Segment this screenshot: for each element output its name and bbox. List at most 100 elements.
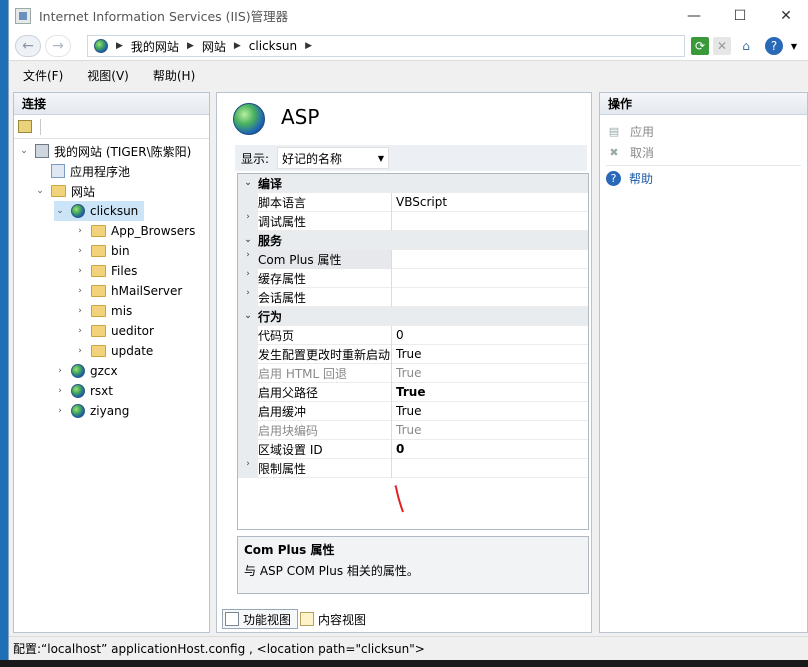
refresh-icon[interactable]: ⟳: [691, 37, 709, 55]
help-action[interactable]: ? 帮助: [600, 168, 807, 189]
chevron-right-icon: ▶: [116, 41, 123, 51]
expand-icon[interactable]: ›: [238, 211, 258, 231]
folder-icon: [91, 285, 106, 297]
tree-item-hmailserver[interactable]: › hMailServer: [74, 281, 182, 301]
breadcrumb[interactable]: ▶ 我的网站 ▶ 网站 ▶ clicksun ▶: [87, 35, 685, 57]
menu-bar: 文件(F) 视图(V) 帮助(H): [9, 62, 808, 89]
actions-header: 操作: [600, 93, 807, 115]
folder-icon: [91, 225, 106, 237]
property-row[interactable]: 启用父路径 True: [238, 382, 588, 402]
property-row[interactable]: › Com Plus 属性: [238, 249, 588, 269]
expand-icon[interactable]: ›: [74, 346, 86, 356]
globe-icon: [71, 364, 85, 378]
expand-icon[interactable]: ›: [238, 268, 258, 288]
features-view-icon: [225, 612, 239, 626]
collapse-icon[interactable]: ⌄: [18, 146, 30, 156]
property-row[interactable]: 区域设置 ID 0: [238, 439, 588, 459]
category-row[interactable]: ⌄ 行为: [238, 307, 588, 326]
page-title: ASP: [281, 105, 320, 129]
cancel-icon: ✖: [609, 146, 619, 159]
tree-item-bin[interactable]: › bin: [74, 241, 129, 261]
category-row[interactable]: ⌄ 服务: [238, 231, 588, 250]
property-row[interactable]: 代码页 0: [238, 325, 588, 345]
expand-icon[interactable]: ›: [238, 287, 258, 307]
folder-icon: [91, 305, 106, 317]
property-row[interactable]: › 会话属性: [238, 287, 588, 307]
title-bar: Internet Information Services (IIS)管理器 —…: [9, 0, 808, 31]
tree-item-gzcx[interactable]: › gzcx: [54, 361, 118, 381]
expand-icon[interactable]: ›: [74, 226, 86, 236]
expand-icon[interactable]: ›: [74, 326, 86, 336]
expand-icon[interactable]: ›: [74, 286, 86, 296]
folder-icon: [91, 325, 106, 337]
close-button[interactable]: ✕: [763, 0, 808, 31]
view-tabs: 功能视图 内容视图: [222, 609, 372, 631]
back-button[interactable]: ←: [15, 35, 41, 57]
asp-globe-icon: [233, 103, 265, 135]
globe-icon: [71, 404, 85, 418]
crumb-my-sites[interactable]: 我的网站: [131, 38, 179, 55]
menu-help[interactable]: 帮助(H): [139, 67, 205, 84]
tree-item-ziyang[interactable]: › ziyang: [54, 401, 129, 421]
help-dropdown-icon[interactable]: ▼: [785, 37, 803, 55]
expand-icon[interactable]: ›: [54, 386, 66, 396]
tree-item-server[interactable]: ⌄ 我的网站 (TIGER\陈紫阳): [18, 141, 191, 161]
tree-item-clicksun[interactable]: ⌄ clicksun: [54, 201, 145, 221]
property-row[interactable]: 启用 HTML 回退 True: [238, 363, 588, 383]
tree-item-ueditor[interactable]: › ueditor: [74, 321, 154, 341]
create-connection-icon[interactable]: [18, 120, 32, 133]
tree-item-app-browsers[interactable]: › App_Browsers: [74, 221, 195, 241]
apply-action[interactable]: ▤ 应用: [600, 121, 807, 142]
expand-icon[interactable]: ›: [54, 406, 66, 416]
crumb-sites[interactable]: 网站: [202, 38, 226, 55]
tab-content-view[interactable]: 内容视图: [298, 609, 372, 629]
property-row[interactable]: 启用块编码 True: [238, 420, 588, 440]
tree-item-files[interactable]: › Files: [74, 261, 137, 281]
tab-features-view[interactable]: 功能视图: [222, 609, 299, 629]
actions-pane: 操作 ▤ 应用 ✖ 取消 ? 帮助: [599, 92, 808, 633]
window-title: Internet Information Services (IIS)管理器: [39, 9, 289, 24]
property-row[interactable]: 脚本语言 VBScript: [238, 192, 588, 212]
connections-pane: 连接 ⌄ 我的网站 (TIGER\陈紫阳) 应用程序池 ⌄ 网站 ⌄ clicksun…: [13, 92, 210, 633]
tree-item-sites[interactable]: ⌄ 网站: [34, 181, 95, 201]
crumb-clicksun[interactable]: clicksun: [249, 39, 297, 53]
taskbar-edge: [0, 660, 808, 667]
collapse-icon[interactable]: ⌄: [34, 186, 46, 196]
expand-icon[interactable]: ›: [74, 246, 86, 256]
property-row[interactable]: 发生配置更改时重新启动 True: [238, 344, 588, 364]
tree-item-rsxt[interactable]: › rsxt: [54, 381, 113, 401]
collapse-icon[interactable]: ⌄: [238, 235, 258, 245]
expand-icon[interactable]: ›: [238, 458, 258, 478]
menu-view[interactable]: 视图(V): [73, 67, 139, 84]
server-icon: [35, 144, 49, 158]
help-icon[interactable]: ?: [765, 37, 783, 55]
property-row[interactable]: › 缓存属性: [238, 268, 588, 288]
home-icon[interactable]: ⌂: [737, 37, 755, 55]
collapse-icon[interactable]: ⌄: [238, 311, 258, 321]
display-mode-select[interactable]: 好记的名称 ▼: [277, 147, 390, 169]
maximize-button[interactable]: ☐: [717, 0, 763, 31]
collapse-icon[interactable]: ⌄: [238, 178, 258, 188]
property-row[interactable]: 启用缓冲 True: [238, 401, 588, 421]
expand-icon[interactable]: ›: [238, 249, 258, 269]
menu-file[interactable]: 文件(F): [9, 67, 73, 84]
stop-icon[interactable]: ✕: [713, 37, 731, 55]
tree-item-update[interactable]: › update: [74, 341, 153, 361]
collapse-icon[interactable]: ⌄: [54, 206, 66, 216]
expand-icon[interactable]: ›: [54, 366, 66, 376]
tree-item-mis[interactable]: › mis: [74, 301, 132, 321]
forward-button[interactable]: →: [45, 35, 71, 57]
globe-icon: [71, 384, 85, 398]
apply-icon: ▤: [608, 125, 620, 138]
property-row[interactable]: › 限制属性: [238, 458, 588, 478]
expand-icon[interactable]: ›: [74, 306, 86, 316]
minimize-button[interactable]: —: [671, 0, 717, 31]
back-arrow-icon: ←: [22, 38, 34, 54]
property-row[interactable]: › 调试属性: [238, 211, 588, 231]
cancel-action[interactable]: ✖ 取消: [600, 142, 807, 163]
tree-item-app-pools[interactable]: 应用程序池: [34, 161, 130, 181]
display-label: 显示:: [241, 151, 270, 166]
expand-icon[interactable]: ›: [74, 266, 86, 276]
folder-icon: [91, 245, 106, 257]
category-row[interactable]: ⌄ 编译: [238, 174, 588, 193]
